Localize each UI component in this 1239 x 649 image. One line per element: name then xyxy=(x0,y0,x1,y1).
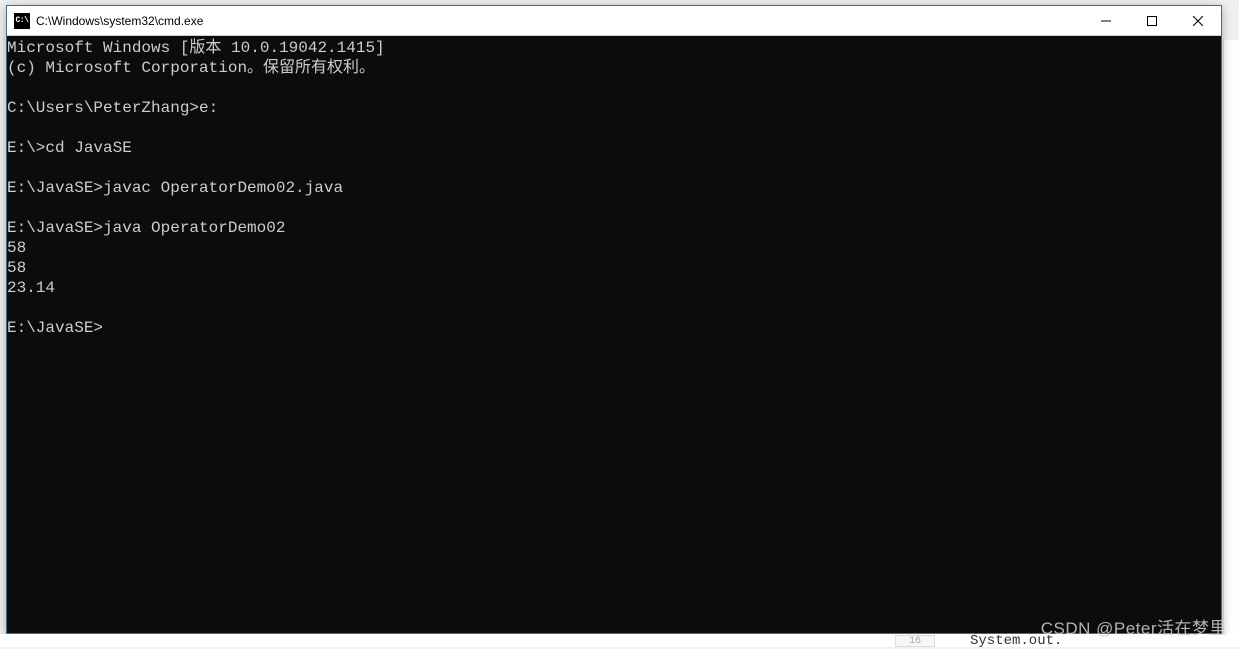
window-controls xyxy=(1083,6,1221,35)
terminal-line: E:\>cd JavaSE xyxy=(7,138,1221,158)
cmd-window: C:\ C:\Windows\system32\cmd.exe Microsof… xyxy=(6,5,1222,634)
terminal-line: 23.14 xyxy=(7,278,1221,298)
close-icon xyxy=(1193,16,1203,26)
watermark-text: CSDN @Peter活在梦里 xyxy=(1041,614,1227,639)
terminal-line: E:\JavaSE>javac OperatorDemo02.java xyxy=(7,178,1221,198)
terminal-line xyxy=(7,158,1221,178)
maximize-icon xyxy=(1147,16,1157,26)
terminal-line: 58 xyxy=(7,238,1221,258)
terminal-line xyxy=(7,118,1221,138)
terminal-line: E:\JavaSE>java OperatorDemo02 xyxy=(7,218,1221,238)
close-button[interactable] xyxy=(1175,6,1221,35)
background-line-number: 16 xyxy=(895,635,935,647)
minimize-icon xyxy=(1101,16,1111,26)
terminal-line: (c) Microsoft Corporation。保留所有权利。 xyxy=(7,58,1221,78)
terminal-line: Microsoft Windows [版本 10.0.19042.1415] xyxy=(7,38,1221,58)
background-editor-fragment xyxy=(1223,40,1239,640)
terminal-line xyxy=(7,78,1221,98)
terminal-line xyxy=(7,198,1221,218)
window-title: C:\Windows\system32\cmd.exe xyxy=(36,14,1083,28)
terminal-line xyxy=(7,298,1221,318)
maximize-button[interactable] xyxy=(1129,6,1175,35)
terminal-line: 58 xyxy=(7,258,1221,278)
titlebar[interactable]: C:\ C:\Windows\system32\cmd.exe xyxy=(7,6,1221,36)
terminal-output[interactable]: Microsoft Windows [版本 10.0.19042.1415](c… xyxy=(7,36,1221,633)
minimize-button[interactable] xyxy=(1083,6,1129,35)
cmd-icon: C:\ xyxy=(14,13,30,29)
terminal-line: C:\Users\PeterZhang>e: xyxy=(7,98,1221,118)
terminal-line: E:\JavaSE> xyxy=(7,318,1221,338)
